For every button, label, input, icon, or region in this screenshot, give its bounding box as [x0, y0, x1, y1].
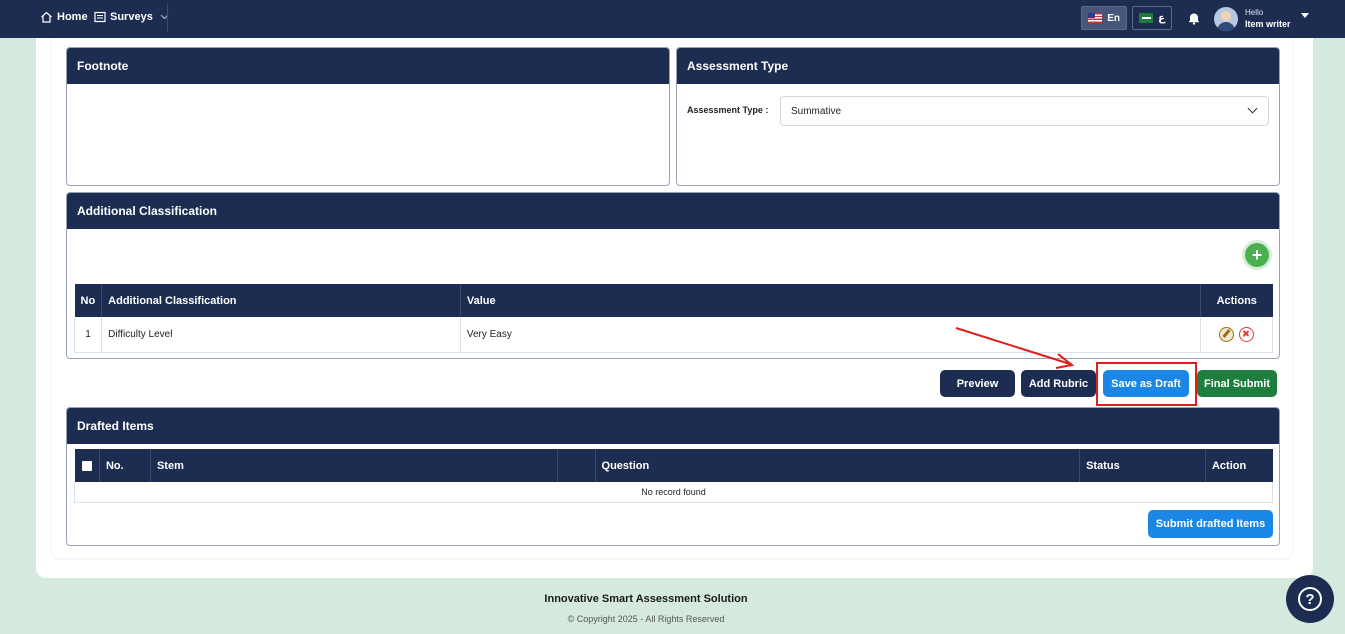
add-classification-button[interactable]: + — [1245, 243, 1269, 267]
table-row: 1 Difficulty Level Very Easy — [73, 317, 1273, 353]
nav-surveys[interactable]: Surveys — [94, 11, 169, 23]
language-english-button[interactable]: En — [1081, 6, 1127, 30]
user-avatar[interactable] — [1214, 7, 1238, 31]
no-record-message: No record found — [74, 482, 1273, 503]
annotation-highlight-box — [1096, 362, 1197, 406]
drafted-items-panel-title: Drafted Items — [67, 408, 1279, 444]
nav-divider — [167, 4, 168, 32]
edit-icon[interactable] — [1219, 326, 1234, 342]
row-no: 1 — [73, 317, 103, 353]
col-stem: Stem — [150, 449, 558, 482]
col-question: Question — [595, 449, 1081, 482]
footer-copyright: © Copyright 2025 - All Rights Reserved — [567, 614, 725, 624]
footnote-panel: Footnote — [66, 47, 670, 186]
assessment-type-panel: Assessment Type Assessment Type : Summat… — [676, 47, 1280, 186]
footer-title: Innovative Smart Assessment Solution — [544, 593, 748, 605]
col-action: Action — [1205, 449, 1273, 482]
classification-table: No Additional Classification Value Actio… — [73, 284, 1273, 353]
select-all-checkbox[interactable] — [81, 460, 92, 471]
footnote-editor[interactable] — [67, 84, 669, 185]
footnote-panel-title: Footnote — [67, 48, 669, 84]
home-icon — [41, 11, 52, 23]
col-value: Value — [460, 284, 1202, 317]
assessment-type-panel-title: Assessment Type — [677, 48, 1279, 84]
nav-home-label: Home — [57, 11, 88, 23]
table-row: No record found — [74, 482, 1273, 503]
row-classification: Difficulty Level — [101, 317, 461, 353]
assessment-type-label: Assessment Type : — [687, 105, 769, 115]
col-no: No — [74, 284, 103, 317]
help-button[interactable]: ? — [1286, 575, 1334, 623]
preview-button[interactable]: Preview — [940, 370, 1015, 397]
col-actions: Actions — [1200, 284, 1273, 317]
user-name: Item writer — [1245, 19, 1291, 29]
drafted-table-header: No. Stem Question Status Action — [74, 449, 1273, 482]
assessment-type-value: Summative — [791, 105, 842, 117]
row-actions — [1200, 317, 1273, 353]
row-value: Very Easy — [460, 317, 1202, 353]
col-status: Status — [1079, 449, 1206, 482]
submit-drafted-items-button[interactable]: Submit drafted Items — [1148, 510, 1273, 538]
delete-icon[interactable] — [1239, 326, 1254, 342]
assessment-type-select[interactable]: Summative — [780, 96, 1269, 126]
lang-ar-label: ع — [1158, 12, 1165, 24]
col-additional-classification: Additional Classification — [101, 284, 461, 317]
col-no: No. — [99, 449, 151, 482]
saudi-flag-icon — [1139, 13, 1154, 23]
caret-down-icon[interactable] — [1301, 13, 1309, 18]
notification-bell-icon[interactable] — [1187, 11, 1201, 25]
col-blank — [557, 449, 596, 482]
drafted-items-table: No. Stem Question Status Action No recor… — [74, 449, 1273, 503]
language-arabic-button[interactable]: ع — [1132, 6, 1172, 30]
surveys-icon — [94, 11, 106, 23]
nav-home[interactable]: Home — [40, 11, 88, 23]
us-flag-icon — [1088, 13, 1103, 23]
annotation-arrow — [955, 327, 1075, 369]
help-question-icon: ? — [1298, 587, 1322, 611]
classification-table-header: No Additional Classification Value Actio… — [74, 284, 1273, 317]
plus-icon: + — [1251, 245, 1263, 265]
col-select-all — [74, 449, 100, 482]
chevron-down-icon — [1247, 103, 1258, 114]
top-navbar: Home Surveys En ع Hello Item writer — [0, 0, 1345, 38]
add-rubric-button[interactable]: Add Rubric — [1021, 370, 1096, 397]
user-greeting: Hello — [1245, 8, 1264, 17]
final-submit-button[interactable]: Final Submit — [1197, 370, 1277, 397]
lang-en-label: En — [1107, 12, 1120, 24]
nav-surveys-label: Surveys — [110, 11, 153, 23]
additional-classification-panel-title: Additional Classification — [67, 193, 1279, 229]
